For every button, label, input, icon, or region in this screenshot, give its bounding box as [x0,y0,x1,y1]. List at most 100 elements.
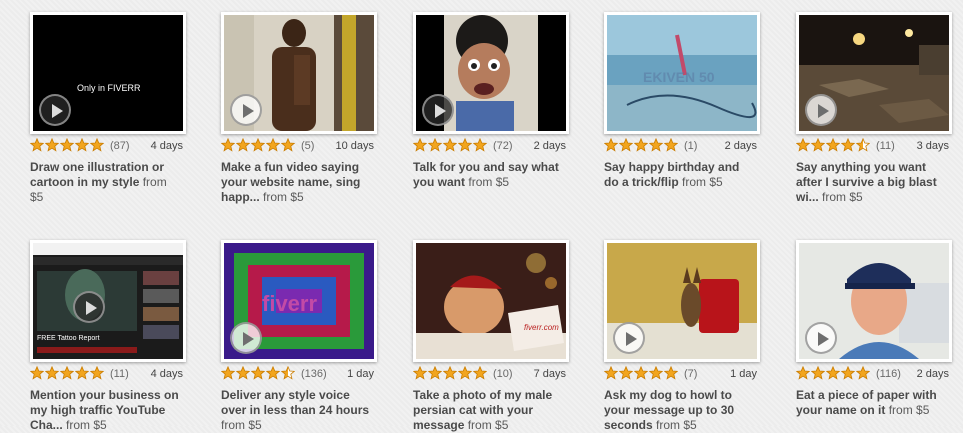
rating-count: (11) [876,140,895,152]
gig-title-link[interactable]: Eat a piece of paper with your name on i… [796,388,946,418]
star-icon [265,365,281,380]
gig-meta: (1) 2 days [603,137,757,154]
rating-count: (136) [301,368,327,380]
star-icon [618,137,634,152]
star-icon [265,137,281,152]
delivery-time: 1 day [730,368,757,380]
gig-title-link[interactable]: Draw one illustration or cartoon in my s… [30,160,180,205]
star-icon [280,365,296,380]
gig-video-thumbnail[interactable] [413,12,569,134]
star-icon [795,365,811,380]
gig-meta: (72) 2 days [412,137,566,154]
play-icon[interactable] [805,94,837,126]
delivery-time: 2 days [724,140,757,152]
star-icon [442,365,458,380]
gig-meta: (11) 3 days [795,137,949,154]
gig-title-link[interactable]: Talk for you and say what you want from … [413,160,563,190]
star-icon [412,137,428,152]
gig-video-thumbnail[interactable]: EKIVEN 50 [604,12,760,134]
star-icon [235,365,251,380]
play-icon[interactable] [805,322,837,354]
star-icon [44,137,60,152]
gig-title-link[interactable]: Mention your business on my high traffic… [30,388,180,433]
gig-price: from $5 [263,190,304,204]
gig-title-link[interactable]: Take a photo of my male persian cat with… [413,388,563,433]
star-icon [59,137,75,152]
gig-title-link[interactable]: Say anything you want after I survive a … [796,160,946,205]
gig-price: from $5 [467,418,509,432]
thumbnail-overlay-text: FREE Tattoo Report [37,335,100,342]
rating-stars [412,365,488,381]
delivery-time: 7 days [533,368,566,380]
play-icon[interactable] [39,94,71,126]
gig-meta: (136) 1 day [220,365,374,382]
gig-video-thumbnail[interactable]: FREE Tattoo Report [30,240,186,362]
rating-stars [220,365,296,381]
star-icon [663,365,679,380]
gig-meta: (10) 7 days [412,365,566,382]
gig-title[interactable]: Deliver any style voice over in less tha… [221,388,369,417]
star-icon [74,365,90,380]
star-icon [220,365,236,380]
star-icon [250,137,266,152]
star-icon [633,365,649,380]
gig-meta: (5) 10 days [220,137,374,154]
gig-video-thumbnail[interactable] [796,240,952,362]
play-icon[interactable] [73,291,105,323]
gig-title-link[interactable]: Ask my dog to howl to your message up to… [604,388,754,433]
star-icon [89,365,105,380]
gig-video-thumbnail[interactable] [604,240,760,362]
rating-count: (11) [110,368,129,380]
star-icon [29,137,45,152]
star-icon [648,137,664,152]
star-icon [648,365,664,380]
gig-price: from $5 [66,418,107,432]
rating-count: (7) [684,368,698,380]
gig-price: from $5 [682,175,723,189]
play-icon[interactable] [230,94,262,126]
star-icon [663,137,679,152]
gig-video-thumbnail[interactable] [221,12,377,134]
star-icon [810,365,826,380]
star-icon [89,137,105,152]
star-icon [825,365,841,380]
star-icon [412,365,428,380]
thumbnail-overlay-text: fiverr [262,291,318,316]
delivery-time: 10 days [335,140,374,152]
gig-title-link[interactable]: Deliver any style voice over in less tha… [221,388,371,433]
gig-video-thumbnail[interactable]: fiverr [221,240,377,362]
thumbnail-overlay-text: EKIVEN 50 [643,69,715,85]
rating-count: (87) [110,140,130,152]
delivery-time: 1 day [347,368,374,380]
star-icon [618,365,634,380]
play-icon[interactable] [613,322,645,354]
star-icon [633,137,649,152]
star-icon [795,137,811,152]
gig-title-link[interactable]: Say happy birthday and do a trick/flip f… [604,160,754,190]
star-icon [280,137,296,152]
star-icon [472,137,488,152]
star-icon [59,365,75,380]
thumbnail-overlay-text: Only in FIVERR [77,83,141,93]
star-icon [457,365,473,380]
gig-price: from $5 [656,418,697,432]
star-icon [457,137,473,152]
gig-meta: (87) 4 days [29,137,183,154]
star-icon [29,365,45,380]
star-icon [603,137,619,152]
gig-video-thumbnail[interactable] [796,12,952,134]
gig-video-thumbnail[interactable]: Only in FIVERR [30,12,186,134]
star-icon [74,137,90,152]
gig-title[interactable]: Say anything you want after I survive a … [796,160,937,204]
star-icon [825,137,841,152]
gig-video-thumbnail[interactable]: fiverr.com [413,240,569,362]
gig-meta: (11) 4 days [29,365,183,382]
play-icon[interactable] [422,94,454,126]
gig-title-link[interactable]: Make a fun video saying your website nam… [221,160,371,205]
star-icon [840,365,856,380]
star-icon [855,365,871,380]
rating-stars [795,365,871,381]
delivery-time: 4 days [150,140,183,152]
star-icon [442,137,458,152]
play-icon[interactable] [230,322,262,354]
